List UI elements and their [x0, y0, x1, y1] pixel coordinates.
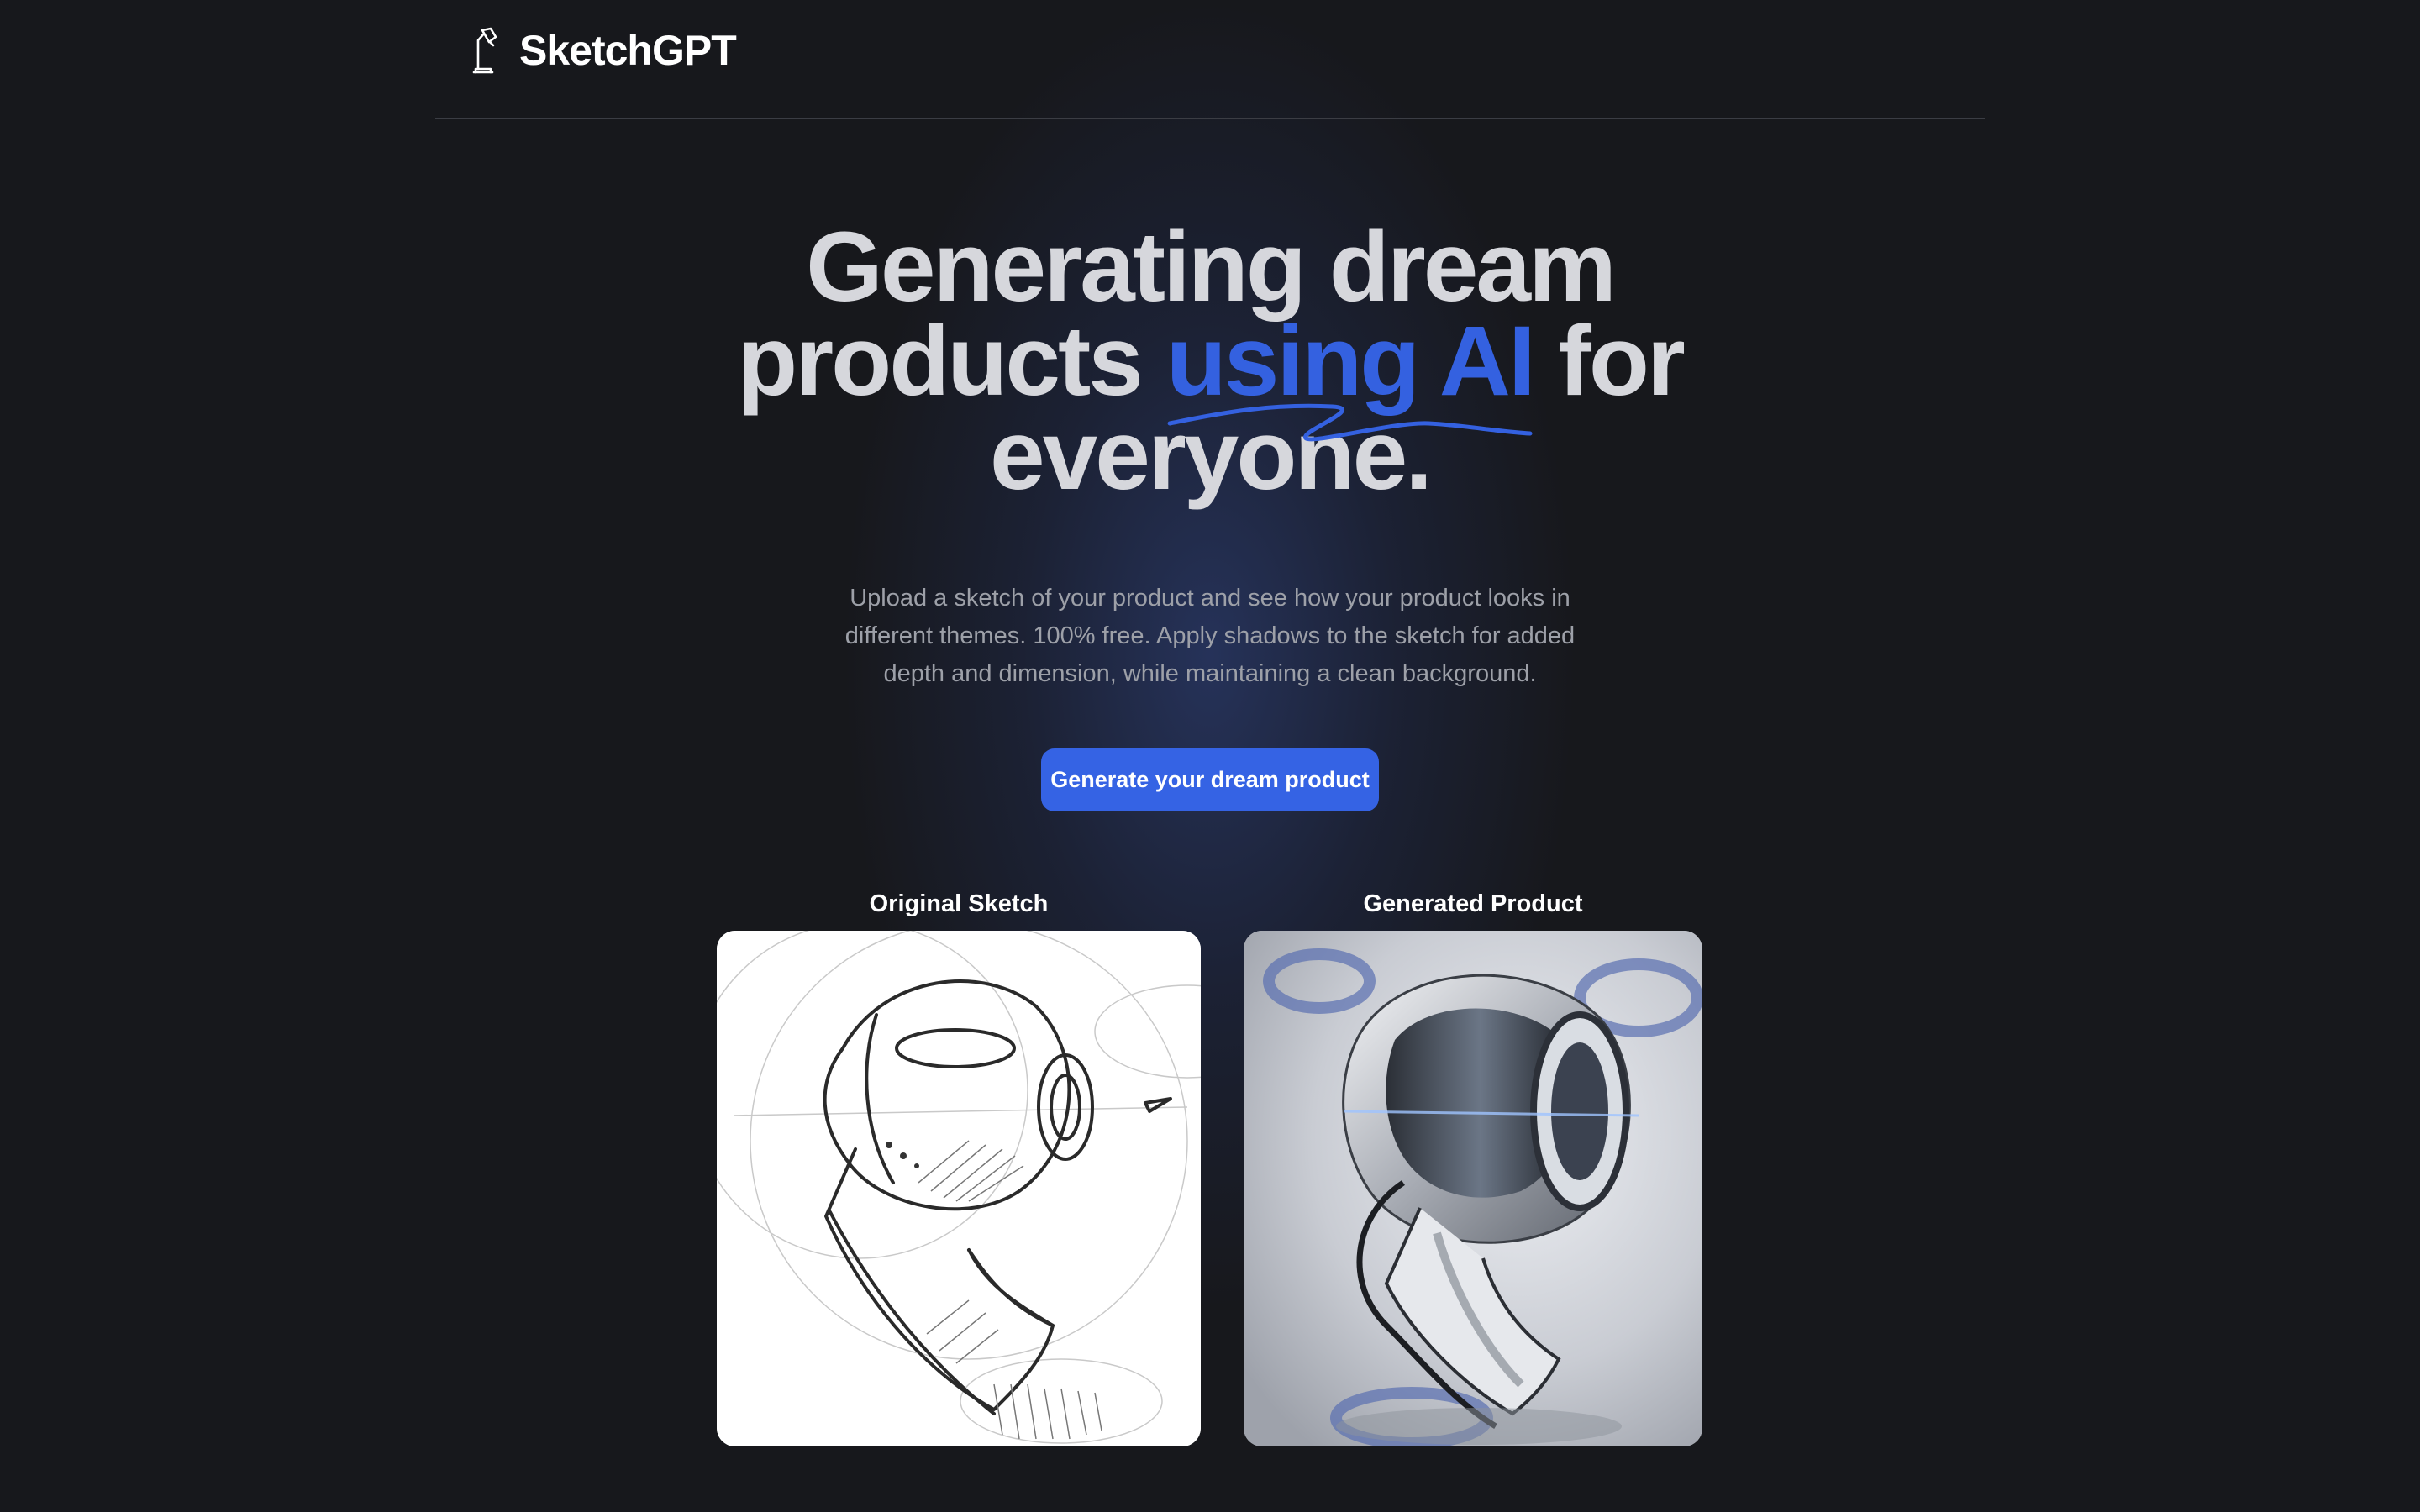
- hero-title: Generating dream products using AI for e…: [622, 218, 1798, 505]
- generate-product-button[interactable]: Generate your dream product: [1041, 748, 1379, 811]
- generated-product-image: [1244, 931, 1702, 1446]
- brand-name: SketchGPT: [519, 27, 737, 74]
- page: SketchGPT Generating dream products usin…: [0, 0, 2420, 1512]
- generated-product-label: Generated Product: [1363, 890, 1583, 917]
- original-sketch-label: Original Sketch: [869, 890, 1049, 917]
- brand-logo-link[interactable]: SketchGPT: [467, 25, 737, 76]
- original-sketch-image: [717, 931, 1201, 1446]
- hair-dryer-sketch-illustration: [717, 931, 1201, 1446]
- hero-subtitle: Upload a sketch of your product and see …: [844, 585, 1576, 687]
- hair-dryer-render-illustration: [1244, 931, 1702, 1446]
- site-header: SketchGPT: [435, 0, 1985, 119]
- desk-lamp-icon: [472, 27, 497, 74]
- hero-title-accent-text: using AI: [1165, 306, 1536, 417]
- hero-title-accent: using AI: [1166, 312, 1536, 442]
